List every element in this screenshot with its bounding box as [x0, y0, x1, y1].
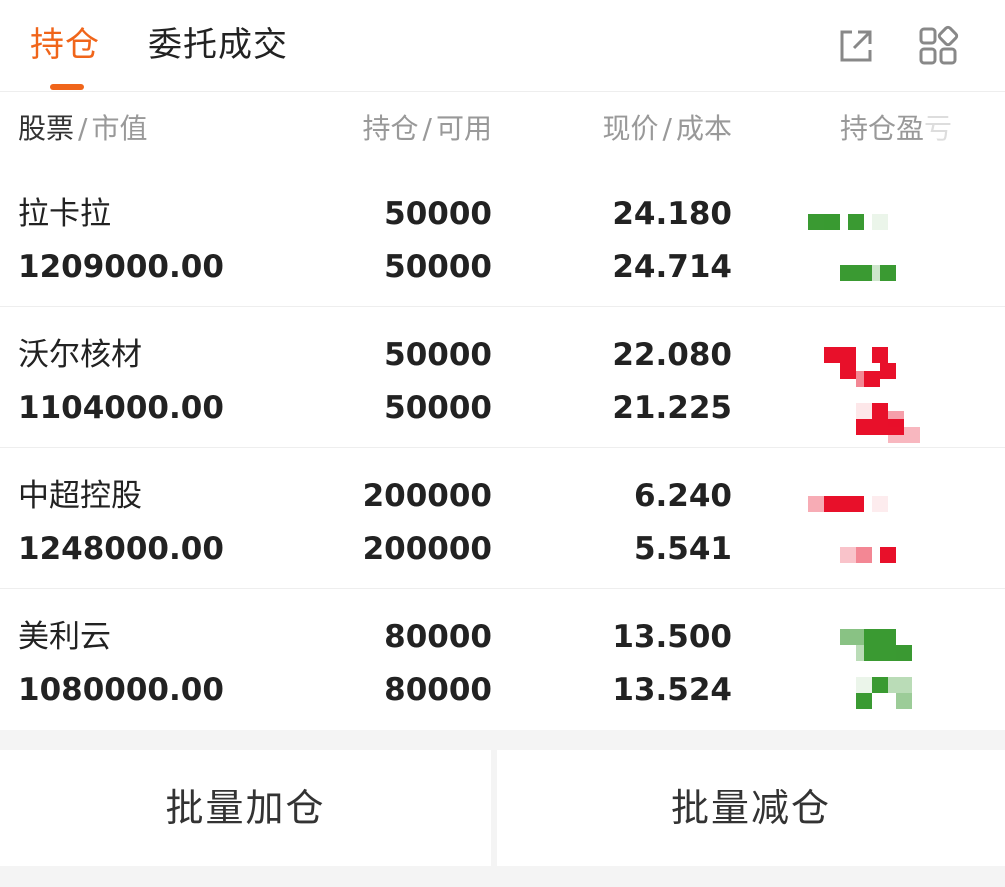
position-qty: 80000	[384, 619, 492, 655]
bottom-spacer	[0, 866, 1005, 887]
profit-loss-mosaic-cell	[872, 403, 888, 419]
profit-loss-mosaic-cell	[856, 677, 872, 693]
holdings-list: 拉卡拉 1209000.00 50000 50000 24.180 24.714…	[0, 166, 1005, 730]
header-price-cost[interactable]: 现价 / 成本	[540, 92, 732, 166]
profit-loss-pixelated	[800, 589, 1005, 730]
current-price: 6.240	[633, 478, 732, 514]
header-profit-loss[interactable]: 持仓盈亏	[840, 92, 1000, 166]
profit-loss-mosaic-cell	[864, 629, 880, 645]
stock-name: 中超控股	[18, 478, 142, 514]
active-tab-indicator	[50, 84, 84, 90]
position-qty: 200000	[362, 478, 492, 514]
current-price: 13.500	[612, 619, 732, 655]
profit-loss-mosaic-cell	[880, 677, 896, 693]
profit-loss-mosaic-cell	[864, 371, 880, 387]
available-qty: 50000	[384, 390, 492, 426]
holdings-column-header: 股票 / 市值 持仓 / 可用 现价 / 成本 持仓盈亏	[0, 92, 1005, 166]
profit-loss-mosaic-cell	[840, 363, 856, 379]
holding-row[interactable]: 美利云 1080000.00 80000 80000 13.500 13.524	[0, 589, 1005, 730]
holding-row[interactable]: 拉卡拉 1209000.00 50000 50000 24.180 24.714	[0, 166, 1005, 307]
market-value: 1248000.00	[18, 531, 224, 567]
profit-loss-mosaic-cell	[856, 265, 872, 281]
profit-loss-mosaic-cell	[872, 496, 888, 512]
profit-loss-mosaic-cell	[880, 547, 896, 563]
profit-loss-mosaic-cell	[840, 265, 856, 281]
position-qty: 50000	[384, 196, 492, 232]
market-value: 1104000.00	[18, 390, 224, 426]
profit-loss-mosaic-cell	[856, 403, 872, 419]
external-link-icon[interactable]	[834, 24, 878, 68]
bulk-add-button[interactable]: 批量加仓	[0, 750, 491, 866]
section-divider	[0, 730, 1005, 750]
holding-row[interactable]: 沃尔核材 1104000.00 50000 50000 22.080 21.22…	[0, 307, 1005, 448]
tab-holdings[interactable]: 持仓	[30, 22, 100, 68]
profit-loss-mosaic-cell	[888, 411, 904, 427]
profit-loss-pixelated	[800, 307, 1005, 448]
profit-loss-mosaic-cell	[840, 547, 856, 563]
position-qty: 50000	[384, 337, 492, 373]
cost-price: 24.714	[612, 249, 732, 285]
profit-loss-pixelated	[800, 166, 1005, 307]
profit-loss-mosaic-cell	[896, 645, 912, 661]
available-qty: 200000	[362, 531, 492, 567]
profit-loss-mosaic-cell	[824, 347, 856, 363]
grid-apps-icon[interactable]	[916, 24, 960, 68]
available-qty: 80000	[384, 672, 492, 708]
holding-row[interactable]: 中超控股 1248000.00 200000 200000 6.240 5.54…	[0, 448, 1005, 589]
market-value: 1080000.00	[18, 672, 224, 708]
bulk-action-bar: 批量加仓 批量减仓	[0, 750, 1005, 866]
tab-orders-trades[interactable]: 委托成交	[148, 22, 288, 68]
cost-price: 21.225	[612, 390, 732, 426]
current-price: 22.080	[612, 337, 732, 373]
profit-loss-mosaic-cell	[848, 496, 864, 512]
stock-name: 美利云	[18, 619, 111, 655]
profit-loss-mosaic-cell	[856, 693, 872, 709]
stock-name: 沃尔核材	[18, 337, 142, 373]
profit-loss-mosaic-cell	[888, 427, 920, 443]
profit-loss-mosaic-cell	[856, 419, 872, 435]
profit-loss-mosaic-cell	[872, 347, 888, 363]
available-qty: 50000	[384, 249, 492, 285]
profit-loss-mosaic-cell	[880, 265, 896, 281]
profit-loss-mosaic-cell	[896, 693, 912, 709]
profit-loss-mosaic-cell	[896, 677, 912, 693]
bulk-reduce-button[interactable]: 批量减仓	[497, 750, 1005, 866]
profit-loss-mosaic-cell	[856, 547, 872, 563]
cost-price: 5.541	[633, 531, 732, 567]
profit-loss-pixelated	[800, 448, 1005, 589]
profit-loss-mosaic-cell	[880, 363, 896, 379]
top-tab-bar: 持仓 委托成交	[0, 0, 1005, 92]
positions-screen: 持仓 委托成交 股票 / 市值 持仓 / 可用 现价 / 成本 持仓盈亏 拉卡拉…	[0, 0, 1005, 887]
profit-loss-mosaic-cell	[872, 214, 888, 230]
cost-price: 13.524	[612, 672, 732, 708]
profit-loss-mosaic-cell	[872, 645, 888, 661]
stock-name: 拉卡拉	[18, 196, 111, 232]
profit-loss-mosaic-cell	[848, 214, 864, 230]
header-position-available[interactable]: 持仓 / 可用	[300, 92, 492, 166]
header-stock-marketvalue[interactable]: 股票 / 市值	[18, 92, 147, 166]
market-value: 1209000.00	[18, 249, 224, 285]
profit-loss-mosaic-cell	[880, 629, 896, 645]
profit-loss-mosaic-cell	[824, 214, 840, 230]
current-price: 24.180	[612, 196, 732, 232]
